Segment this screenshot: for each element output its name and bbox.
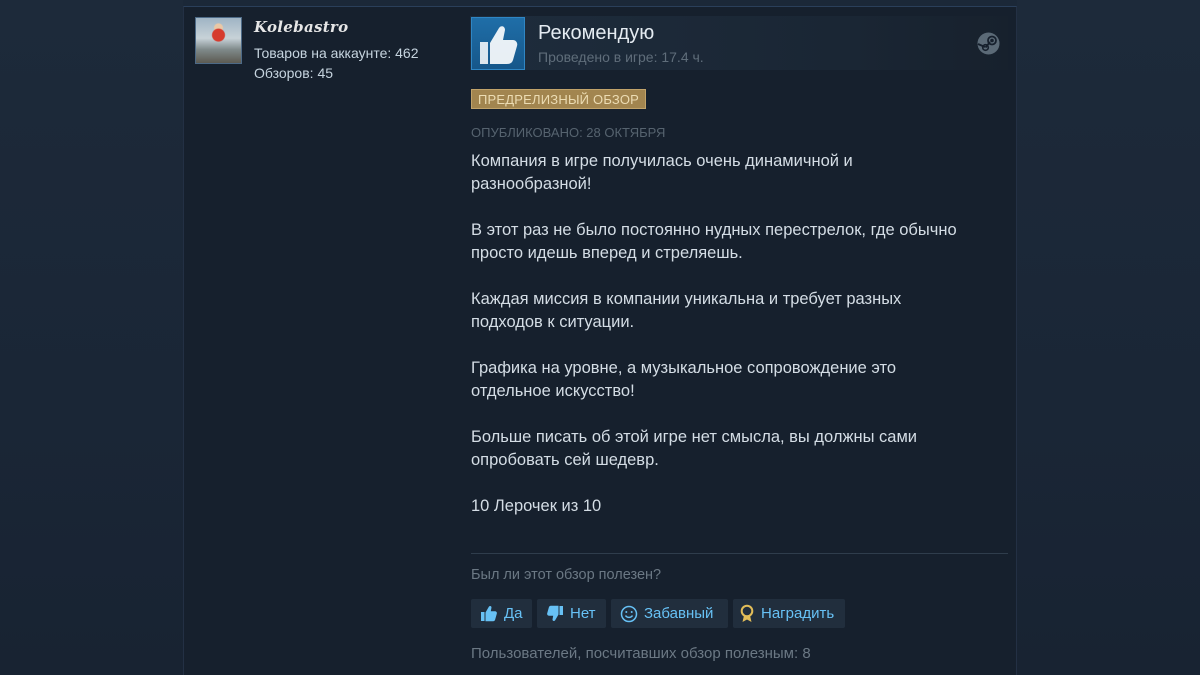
page-background-right — [1017, 0, 1200, 675]
reviewer-products-count[interactable]: Товаров на аккаунте: 462 — [254, 45, 419, 61]
review-line: просто идешь вперед и стреляешь. — [471, 244, 743, 262]
reviewer-name[interactable]: Kolebastro — [254, 18, 348, 36]
review-paragraph: Больше писать об этой игре нет смысла, в… — [471, 426, 1011, 472]
recommendation-title[interactable]: Рекомендую — [538, 22, 654, 45]
review-line: опробовать сей шедевр. — [471, 451, 659, 469]
review-body: Компания в игре получилась очень динамич… — [471, 150, 1011, 541]
vote-no-button[interactable]: Нет — [537, 599, 606, 628]
review-paragraph: В этот раз не было постоянно нудных пере… — [471, 219, 1011, 265]
review-line: разнообразной! — [471, 175, 592, 193]
review-line: подходов к ситуации. — [471, 313, 635, 331]
review-line: В этот раз не было постоянно нудных пере… — [471, 221, 957, 239]
steam-logo-icon — [977, 32, 1000, 55]
reviewer-reviews-count[interactable]: Обзоров: 45 — [254, 65, 333, 81]
reviewer-avatar[interactable] — [195, 17, 242, 64]
helpful-count: Пользователей, посчитавших обзор полезны… — [471, 645, 811, 662]
review-line: Компания в игре получилась очень динамич… — [471, 152, 853, 170]
review-line: отдельное искусство! — [471, 382, 635, 400]
award-button[interactable]: Наградить — [733, 599, 845, 628]
review-paragraph: Графика на уровне, а музыкальное сопрово… — [471, 357, 1011, 403]
review-divider — [471, 553, 1008, 554]
review-line: Каждая миссия в компании уникальна и тре… — [471, 290, 902, 308]
thumbs-up-icon — [481, 605, 497, 622]
review-line: 10 Лерочек из 10 — [471, 497, 602, 515]
page-background-left — [0, 0, 183, 675]
thumbs-up-icon — [471, 17, 525, 70]
vote-funny-label: Забавный — [644, 605, 714, 622]
helpful-question: Был ли этот обзор полезен? — [471, 567, 662, 583]
vote-no-label: Нет — [570, 605, 596, 622]
vote-yes-button[interactable]: Да — [471, 599, 532, 628]
posted-date: ОПУБЛИКОВАНО: 28 ОКТЯБРЯ — [471, 125, 666, 140]
review-line: Больше писать об этой игре нет смысла, в… — [471, 428, 918, 446]
review-line: Графика на уровне, а музыкальное сопрово… — [471, 359, 897, 377]
vote-funny-button[interactable]: Забавный — [611, 599, 728, 628]
award-ribbon-icon — [740, 604, 754, 622]
review-paragraph: 10 Лерочек из 10 — [471, 495, 1011, 518]
vote-yes-label: Да — [504, 605, 523, 622]
smile-icon — [620, 605, 638, 622]
early-access-review-badge: ПРЕДРЕЛИЗНЫЙ ОБЗОР — [471, 89, 646, 109]
award-label: Наградить — [761, 605, 835, 622]
playtime: Проведено в игре: 17.4 ч. — [538, 49, 704, 65]
review-paragraph: Каждая миссия в компании уникальна и тре… — [471, 288, 1011, 334]
review-paragraph: Компания в игре получилась очень динамич… — [471, 150, 1011, 196]
thumbs-down-icon — [547, 605, 563, 622]
